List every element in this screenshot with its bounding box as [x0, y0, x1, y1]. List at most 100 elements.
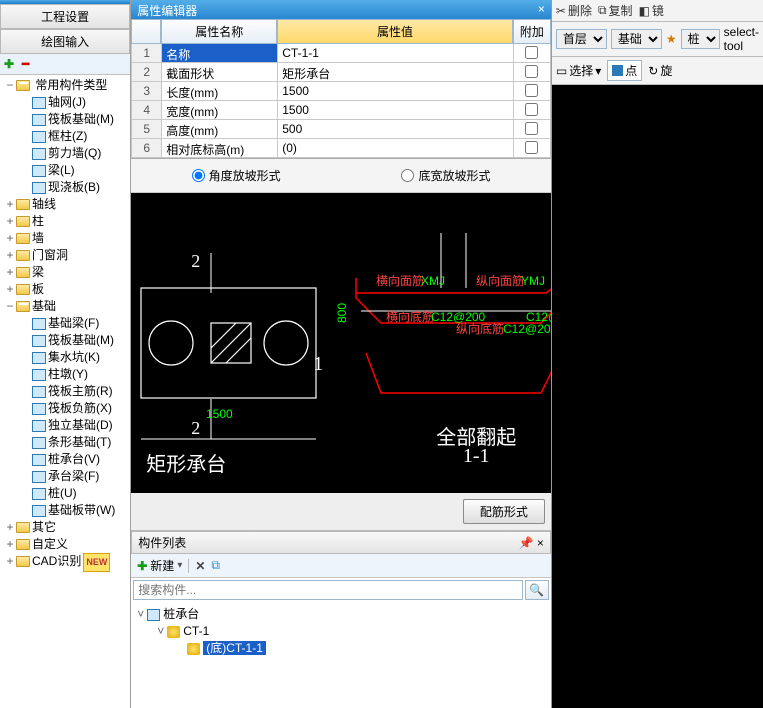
- tree-group-cad[interactable]: +CAD识别NEW: [2, 553, 130, 572]
- tree-group[interactable]: +墙: [2, 230, 130, 247]
- svg-text:纵向面筋: 纵向面筋: [476, 273, 524, 288]
- tree-group[interactable]: +门窗洞: [2, 247, 130, 264]
- comp-tree-item[interactable]: ˅CT-1: [133, 623, 549, 640]
- tree-item[interactable]: 剪力墙(Q): [4, 145, 130, 162]
- property-row[interactable]: 1名称CT-1-1: [131, 44, 551, 63]
- prop-value[interactable]: 矩形承台: [277, 63, 513, 82]
- tree-group[interactable]: +柱: [2, 213, 130, 230]
- tree-item[interactable]: 现浇板(B): [4, 179, 130, 196]
- model-viewport[interactable]: [552, 85, 763, 708]
- node-icon: [32, 505, 46, 517]
- property-row[interactable]: 3长度(mm)1500: [131, 82, 551, 101]
- folder-icon: [16, 250, 30, 261]
- close-icon[interactable]: ×: [537, 536, 544, 550]
- radio-angle-slope[interactable]: 角度放坡形式: [192, 167, 281, 184]
- tree-node-common-root[interactable]: − 常用构件类型 轴网(J) 筏板基础(M) 框柱(Z) 剪力墙(Q) 梁(L)…: [2, 77, 130, 196]
- subtype-select[interactable]: 桩: [681, 29, 720, 49]
- tree-item[interactable]: 基础梁(F): [4, 315, 130, 332]
- row-index: 5: [131, 120, 161, 139]
- section-drawing[interactable]: 1500 800 横向面筋XMJ 纵向面筋YMJ 横向底筋C12@200: [131, 193, 551, 493]
- folder-icon: [16, 284, 30, 295]
- floor-select[interactable]: 首层: [556, 29, 607, 49]
- tree-item[interactable]: 独立基础(D): [4, 417, 130, 434]
- tree-group[interactable]: +自定义: [2, 536, 130, 553]
- search-button[interactable]: 🔍: [525, 580, 549, 600]
- tree-item[interactable]: 筏板主筋(R): [4, 383, 130, 400]
- prop-add-checkbox[interactable]: [513, 101, 551, 120]
- collapse-icon[interactable]: −: [4, 77, 16, 94]
- component-list-header: 构件列表 📌 ×: [131, 531, 551, 554]
- point-tool[interactable]: 点: [607, 60, 642, 81]
- close-icon[interactable]: ×: [538, 2, 545, 17]
- right-panel: ✂ 删除 ⧉ 复制 ◧ 镜 首层 基础 ★ 桩 select-tool ▭ 选择…: [552, 0, 763, 708]
- property-row[interactable]: 6相对底标高(m)(0): [131, 139, 551, 158]
- prop-value[interactable]: 1500: [277, 101, 513, 120]
- node-icon: [32, 369, 46, 381]
- property-row[interactable]: 4宽度(mm)1500: [131, 101, 551, 120]
- select-tool[interactable]: ▭ 选择 ▾: [556, 62, 601, 79]
- comp-tree-root[interactable]: ˅桩承台: [133, 606, 549, 623]
- prop-value[interactable]: 1500: [277, 82, 513, 101]
- rebar-form-button[interactable]: 配筋形式: [463, 499, 545, 524]
- prop-add-checkbox[interactable]: [513, 82, 551, 101]
- tree-item[interactable]: 轴网(J): [4, 94, 130, 111]
- tree-group-foundation[interactable]: −基础 基础梁(F) 筏板基础(M) 集水坑(K) 柱墩(Y) 筏板主筋(R) …: [2, 298, 130, 519]
- search-input[interactable]: [133, 580, 523, 600]
- sidebar-section-drawing[interactable]: 绘图输入: [0, 29, 130, 54]
- tree-item[interactable]: 桩承台(V): [4, 451, 130, 468]
- pin-icon[interactable]: 📌: [519, 536, 534, 550]
- prop-value[interactable]: CT-1-1: [277, 44, 513, 63]
- prop-name: 截面形状: [161, 63, 277, 82]
- property-row[interactable]: 5高度(mm)500: [131, 120, 551, 139]
- prop-value[interactable]: (0): [277, 139, 513, 158]
- prop-value[interactable]: 500: [277, 120, 513, 139]
- tree-group[interactable]: +其它: [2, 519, 130, 536]
- tree-item[interactable]: 梁(L): [4, 162, 130, 179]
- plus-icon: ✚: [137, 559, 147, 573]
- tree-item[interactable]: 筏板基础(M): [4, 111, 130, 128]
- component-tree: ˅桩承台 ˅CT-1 (底)CT-1-1: [131, 602, 551, 661]
- svg-text:横向面筋: 横向面筋: [376, 273, 424, 288]
- node-icon: [32, 403, 46, 415]
- radio-width-slope[interactable]: 底宽放坡形式: [401, 167, 490, 184]
- tree-item[interactable]: 条形基础(T): [4, 434, 130, 451]
- node-icon: [32, 165, 46, 177]
- minus-icon[interactable]: ━: [22, 57, 36, 71]
- folder-icon: [16, 199, 30, 210]
- prop-add-checkbox[interactable]: [513, 120, 551, 139]
- tree-item[interactable]: 筏板负筋(X): [4, 400, 130, 417]
- rotate-tool[interactable]: ↻ 旋: [648, 62, 672, 79]
- property-row[interactable]: 2截面形状矩形承台: [131, 63, 551, 82]
- tree-item[interactable]: 承台梁(F): [4, 468, 130, 485]
- copy-tool[interactable]: ⧉ 复制: [598, 2, 633, 19]
- sidebar-section-project[interactable]: 工程设置: [0, 4, 130, 29]
- delete-icon[interactable]: ✕: [195, 559, 205, 573]
- mirror-tool[interactable]: ◧ 镜: [639, 2, 664, 19]
- tree-item[interactable]: 基础板带(W): [4, 502, 130, 519]
- col-index: [131, 19, 161, 44]
- node-icon: [32, 352, 46, 364]
- tree-item[interactable]: 柱墩(Y): [4, 366, 130, 383]
- plus-icon[interactable]: ✚: [4, 57, 18, 71]
- new-button[interactable]: ✚ 新建 ▾: [137, 557, 182, 574]
- tree-item[interactable]: 桩(U): [4, 485, 130, 502]
- col-add: 附加: [513, 19, 551, 44]
- tree-group[interactable]: +板: [2, 281, 130, 298]
- tree-item[interactable]: 筏板基础(M): [4, 332, 130, 349]
- gear-icon: [167, 626, 180, 638]
- prop-add-checkbox[interactable]: [513, 139, 551, 158]
- chevron-down-icon[interactable]: ▾: [177, 560, 182, 571]
- copy-icon[interactable]: ⧉: [211, 558, 220, 573]
- property-panel-title: 属性编辑器 ×: [131, 0, 551, 19]
- tree-item[interactable]: 框柱(Z): [4, 128, 130, 145]
- comp-tree-item-selected[interactable]: (底)CT-1-1: [133, 640, 549, 657]
- prop-add-checkbox[interactable]: [513, 63, 551, 82]
- category-select[interactable]: 基础: [611, 29, 662, 49]
- svg-text:YMJ: YMJ: [521, 274, 545, 288]
- component-search-row: 🔍: [131, 578, 551, 602]
- tree-item[interactable]: 集水坑(K): [4, 349, 130, 366]
- tree-group[interactable]: +梁: [2, 264, 130, 281]
- delete-tool[interactable]: ✂ 删除: [556, 2, 592, 19]
- prop-add-checkbox[interactable]: [513, 44, 551, 63]
- tree-group[interactable]: +轴线: [2, 196, 130, 213]
